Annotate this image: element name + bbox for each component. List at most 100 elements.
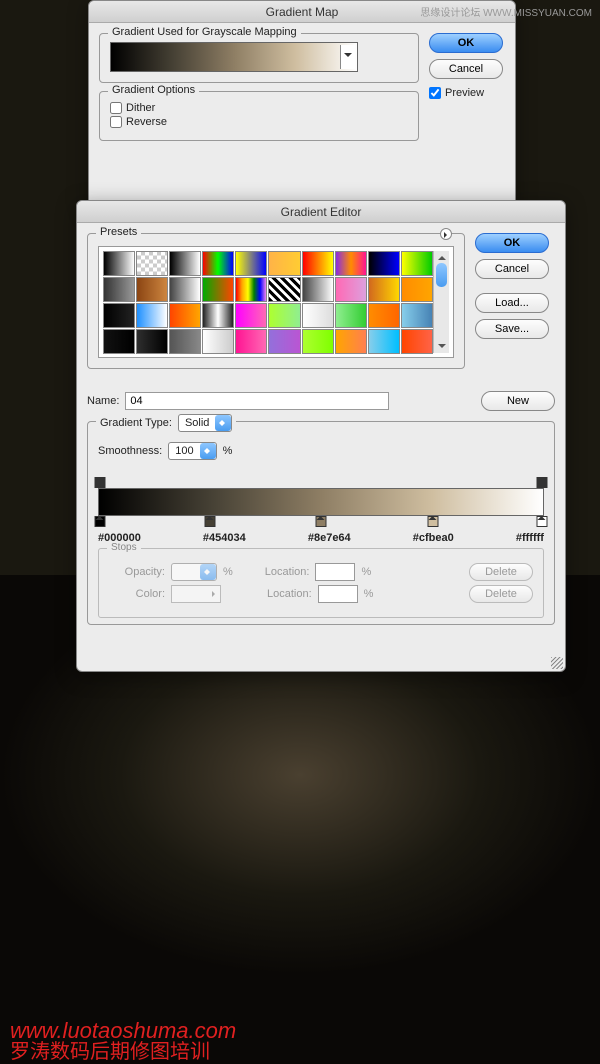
scroll-thumb[interactable] (436, 263, 447, 287)
smoothness-label: Smoothness: (98, 445, 162, 457)
preset-swatch[interactable] (335, 277, 367, 302)
preset-swatch[interactable] (103, 251, 135, 276)
gradient-map-dialog: Gradient Map Gradient Used for Grayscale… (88, 0, 516, 210)
smoothness-input[interactable]: 100 (168, 442, 216, 460)
scroll-up-icon[interactable] (438, 252, 446, 260)
preset-swatch[interactable] (202, 277, 234, 302)
preset-swatch[interactable] (335, 251, 367, 276)
presets-menu-icon[interactable] (440, 228, 452, 240)
preset-swatch[interactable] (302, 303, 334, 328)
stops-fieldset: Stops Opacity: % Location: % Delete Colo… (98, 548, 544, 618)
preset-swatch[interactable] (302, 251, 334, 276)
preset-swatch[interactable] (368, 277, 400, 302)
save-button[interactable]: Save... (475, 319, 549, 339)
gradient-type-dropdown[interactable]: Solid (178, 414, 232, 432)
presets-fieldset: Presets (87, 233, 465, 369)
watermark-cn: 罗涛数码后期修图培训 (10, 1035, 210, 1064)
preset-swatch[interactable] (169, 251, 201, 276)
preset-swatch[interactable] (268, 277, 300, 302)
opacity-stop[interactable] (95, 477, 106, 488)
color-stop[interactable] (427, 516, 438, 527)
presets-scrollbar[interactable] (433, 251, 449, 353)
preset-swatch[interactable] (401, 277, 433, 302)
preset-swatch[interactable] (335, 329, 367, 354)
preset-swatch[interactable] (103, 277, 135, 302)
color-stop[interactable] (316, 516, 327, 527)
preview-label: Preview (445, 87, 484, 99)
preview-checkbox[interactable] (429, 87, 441, 99)
preset-swatch[interactable] (103, 303, 135, 328)
color-stop[interactable] (95, 516, 106, 527)
options-fieldset: Gradient Options Dither Reverse (99, 91, 419, 141)
preset-swatch[interactable] (235, 277, 267, 302)
gradient-editor-dialog: Gradient Editor Presets (76, 200, 566, 672)
preset-swatch[interactable] (235, 329, 267, 354)
preset-swatch[interactable] (268, 303, 300, 328)
preset-swatch[interactable] (235, 303, 267, 328)
smoothness-value: 100 (169, 445, 199, 457)
options-legend: Gradient Options (108, 84, 199, 96)
reverse-checkbox[interactable] (110, 116, 122, 128)
preset-swatch[interactable] (169, 277, 201, 302)
opacity-input (171, 563, 217, 581)
type-label: Gradient Type: (100, 417, 172, 429)
color-stops-track[interactable] (98, 516, 544, 530)
dither-label: Dither (126, 102, 155, 114)
ok-button[interactable]: OK (475, 233, 549, 253)
preset-swatch[interactable] (268, 251, 300, 276)
load-button[interactable]: Load... (475, 293, 549, 313)
location-label: Location: (267, 588, 312, 600)
dropdown-icon (200, 443, 216, 459)
preset-swatch[interactable] (235, 251, 267, 276)
preset-swatch[interactable] (169, 303, 201, 328)
preset-swatch[interactable] (202, 329, 234, 354)
preset-swatch[interactable] (401, 251, 433, 276)
stop-hex-labels: #000000 #454034 #8e7e64 #cfbea0 #ffffff (98, 532, 544, 544)
preset-swatch[interactable] (401, 329, 433, 354)
color-swatch (171, 585, 221, 603)
preset-swatch[interactable] (368, 251, 400, 276)
preset-swatch[interactable] (368, 303, 400, 328)
preset-swatch[interactable] (401, 303, 433, 328)
dropdown-icon (215, 415, 231, 431)
delete-opacity-button: Delete (469, 563, 533, 581)
name-input[interactable] (125, 392, 389, 410)
preset-swatch[interactable] (136, 251, 168, 276)
preset-swatch[interactable] (302, 277, 334, 302)
opacity-stop[interactable] (536, 477, 547, 488)
preset-swatch[interactable] (136, 329, 168, 354)
chevron-down-icon (344, 53, 352, 61)
opacity-label: Opacity: (109, 566, 165, 578)
preset-swatch[interactable] (302, 329, 334, 354)
type-value: Solid (179, 417, 215, 429)
scroll-down-icon[interactable] (438, 344, 446, 352)
new-button[interactable]: New (481, 391, 555, 411)
preset-swatch[interactable] (202, 303, 234, 328)
color-stop[interactable] (536, 516, 547, 527)
color-location-input (318, 585, 358, 603)
preset-swatch[interactable] (136, 303, 168, 328)
ok-button[interactable]: OK (429, 33, 503, 53)
location-label: Location: (265, 566, 310, 578)
preset-swatch[interactable] (202, 251, 234, 276)
presets-legend: Presets (96, 226, 141, 238)
watermark-top: 思缘设计论坛 WWW.MISSYUAN.COM (420, 4, 592, 19)
reverse-label: Reverse (126, 116, 167, 128)
color-stop[interactable] (204, 516, 215, 527)
cancel-button[interactable]: Cancel (475, 259, 549, 279)
gradient-editor-title: Gradient Editor (77, 201, 565, 223)
opacity-stops-track[interactable] (98, 474, 544, 488)
preset-swatch[interactable] (268, 329, 300, 354)
gradient-preview-picker[interactable] (110, 42, 358, 72)
preset-swatch[interactable] (103, 329, 135, 354)
dither-checkbox[interactable] (110, 102, 122, 114)
preset-grid (103, 251, 433, 353)
stops-legend: Stops (107, 542, 141, 553)
preset-swatch[interactable] (368, 329, 400, 354)
resize-grip[interactable] (551, 657, 563, 669)
preset-swatch[interactable] (335, 303, 367, 328)
preset-swatch[interactable] (136, 277, 168, 302)
preset-swatch[interactable] (169, 329, 201, 354)
cancel-button[interactable]: Cancel (429, 59, 503, 79)
color-label: Color: (109, 588, 165, 600)
